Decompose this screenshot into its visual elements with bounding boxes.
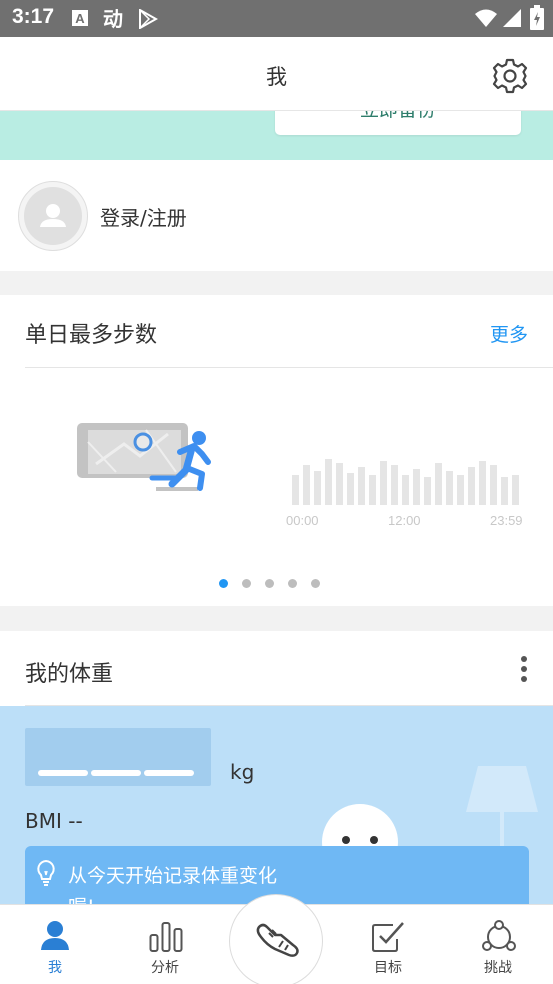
- status-time: 3:17: [12, 5, 55, 28]
- bar: [314, 471, 321, 505]
- nav-challenge[interactable]: 挑战: [443, 905, 553, 984]
- challenge-icon: [482, 920, 516, 951]
- backup-now-button[interactable]: 立即备份: [275, 111, 521, 135]
- login-row[interactable]: 登录/注册: [0, 160, 553, 271]
- status-bar: 3:17 A 动: [0, 0, 553, 37]
- app-header: 我: [0, 37, 553, 111]
- bar: [303, 465, 310, 505]
- person-icon: [41, 921, 69, 950]
- avatar[interactable]: [18, 181, 88, 251]
- bar: [501, 477, 508, 505]
- bar: [325, 459, 332, 505]
- bar-chart-icon: [149, 922, 183, 952]
- bar: [457, 475, 464, 505]
- page-title: 我: [266, 65, 287, 89]
- nav-label: 挑战: [484, 960, 512, 976]
- a-box-icon: A: [71, 9, 89, 31]
- dong-app-icon: 动: [101, 6, 125, 34]
- bar: [292, 475, 299, 505]
- signal-icon: [502, 8, 522, 32]
- bar: [424, 477, 431, 505]
- weight-panel: kg BMI -- 从今天开始记录体重变化 喔!: [0, 706, 553, 906]
- steps-bar-placeholder: [292, 459, 524, 505]
- weight-card: 我的体重 kg BMI -- 从今天开始记录体重变化: [0, 631, 553, 906]
- lightbulb-icon: [37, 859, 55, 886]
- gear-icon[interactable]: [491, 57, 529, 99]
- divider: [25, 367, 553, 368]
- play-store-icon: [138, 8, 159, 33]
- nav-analysis[interactable]: 分析: [110, 905, 220, 984]
- bar: [479, 461, 486, 505]
- nav-steps-center-button[interactable]: [229, 894, 323, 984]
- bar: [358, 467, 365, 505]
- bar: [512, 475, 519, 505]
- battery-icon: [530, 5, 544, 35]
- bar: [446, 471, 453, 505]
- value-placeholder: [38, 770, 88, 776]
- nav-goal[interactable]: 目标: [333, 905, 443, 984]
- nav-label: 我: [48, 960, 62, 976]
- svg-text:A: A: [75, 11, 85, 26]
- value-placeholder: [91, 770, 141, 776]
- weight-value-field[interactable]: [25, 728, 211, 786]
- pager-dot[interactable]: [288, 579, 297, 588]
- pager-dot[interactable]: [242, 579, 251, 588]
- nav-label: 分析: [151, 960, 179, 976]
- wifi-icon: [474, 8, 498, 32]
- bar: [402, 475, 409, 505]
- svg-text:动: 动: [103, 7, 123, 30]
- pager-dot[interactable]: [311, 579, 320, 588]
- weight-unit: kg: [230, 760, 255, 784]
- bar: [490, 465, 497, 505]
- bar: [369, 475, 376, 505]
- more-link[interactable]: 更多: [490, 320, 528, 347]
- bar: [347, 473, 354, 505]
- backup-banner: 立即备份: [0, 111, 553, 160]
- login-register-label[interactable]: 登录/注册: [100, 202, 187, 231]
- bar: [413, 469, 420, 505]
- bmi-value: BMI --: [25, 809, 83, 833]
- more-options-icon[interactable]: [518, 656, 530, 684]
- nav-label: 目标: [374, 960, 402, 976]
- value-placeholder: [144, 770, 194, 776]
- shoe-icon: [256, 923, 299, 957]
- bar: [380, 461, 387, 505]
- weight-card-title: 我的体重: [25, 662, 114, 687]
- steps-card-title: 单日最多步数: [25, 323, 158, 348]
- pager-dot[interactable]: [265, 579, 274, 588]
- bar: [468, 467, 475, 505]
- bar: [435, 463, 442, 505]
- max-steps-card: 单日最多步数 更多 00:00 12:00 23:59: [0, 295, 553, 606]
- target-check-icon: [372, 922, 404, 952]
- bar: [391, 465, 398, 505]
- weight-tip-text: 从今天开始记录体重变化: [68, 865, 278, 887]
- default-avatar-icon: [24, 187, 82, 245]
- map-runner-illustration: [77, 423, 211, 491]
- axis-label-mid: 12:00: [388, 513, 421, 528]
- bar: [336, 463, 343, 505]
- axis-label-end: 23:59: [490, 513, 523, 528]
- axis-label-start: 00:00: [286, 513, 319, 528]
- pager-dot[interactable]: [219, 579, 228, 588]
- nav-me[interactable]: 我: [0, 905, 110, 984]
